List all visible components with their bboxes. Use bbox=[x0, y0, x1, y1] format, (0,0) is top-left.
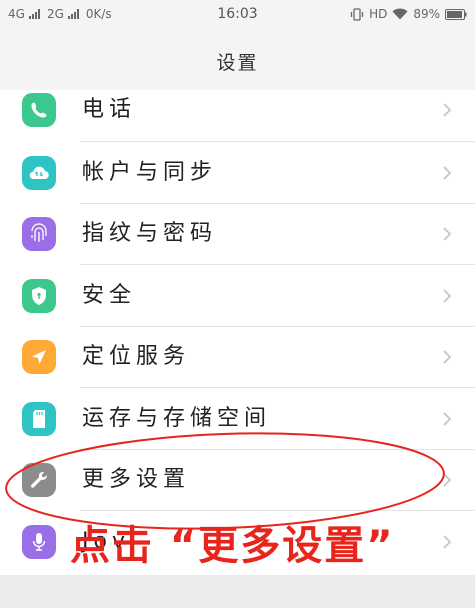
chevron-right-icon bbox=[443, 473, 452, 487]
settings-item-label: 指纹与密码 bbox=[82, 221, 218, 247]
status-bar: 4G 2G 0K/s 16:03 HD 89% bbox=[0, 0, 475, 30]
cloud-sync-icon bbox=[22, 155, 56, 190]
title-bar: 设置 bbox=[0, 30, 475, 91]
chevron-right-icon bbox=[443, 166, 452, 180]
hd-label: HD bbox=[369, 7, 388, 21]
page-title: 设置 bbox=[216, 52, 259, 74]
chevron-right-icon bbox=[443, 227, 452, 241]
settings-item-account-sync[interactable]: 帐户与同步 bbox=[0, 142, 475, 204]
location-arrow-icon bbox=[22, 340, 56, 375]
chevron-right-icon bbox=[443, 350, 452, 364]
battery-percent: 89% bbox=[413, 7, 440, 21]
settings-item-fingerprint-password[interactable]: 指纹与密码 bbox=[0, 204, 475, 266]
status-right: HD 89% bbox=[350, 7, 467, 21]
settings-item-label: 帐户与同步 bbox=[82, 159, 218, 185]
chevron-right-icon bbox=[443, 289, 452, 303]
settings-item-location[interactable]: 定位服务 bbox=[0, 327, 475, 389]
settings-item-phone[interactable]: 电话 bbox=[0, 90, 475, 142]
fingerprint-icon bbox=[22, 217, 56, 252]
chevron-right-icon bbox=[443, 103, 452, 117]
phone-icon bbox=[22, 93, 56, 127]
settings-item-label: 电话 bbox=[82, 97, 137, 122]
chevron-right-icon bbox=[443, 412, 452, 426]
settings-item-label: 安全 bbox=[82, 282, 137, 308]
annotation-label: 点击 “更多设置” bbox=[70, 523, 395, 569]
bottom-bar bbox=[0, 575, 475, 608]
wrench-icon bbox=[22, 463, 56, 498]
settings-item-security[interactable]: 安全 bbox=[0, 265, 475, 327]
settings-item-label: 运存与存储空间 bbox=[82, 405, 272, 431]
settings-list: 电话 帐户与同步 指纹与密码 安全 定位服务 运存与存储空间 更多设置 Jovi bbox=[0, 90, 475, 575]
settings-item-label: 定位服务 bbox=[82, 344, 191, 370]
battery-icon bbox=[445, 8, 467, 20]
settings-item-storage[interactable]: 运存与存储空间 bbox=[0, 388, 475, 450]
chevron-right-icon bbox=[443, 535, 452, 549]
settings-item-label: 更多设置 bbox=[82, 467, 191, 493]
settings-item-more-settings[interactable]: 更多设置 bbox=[0, 450, 475, 512]
microphone-icon bbox=[22, 524, 56, 559]
vibrate-icon bbox=[350, 7, 364, 21]
sd-card-icon bbox=[22, 401, 56, 436]
wifi-icon bbox=[392, 8, 408, 20]
shield-icon bbox=[22, 278, 56, 313]
